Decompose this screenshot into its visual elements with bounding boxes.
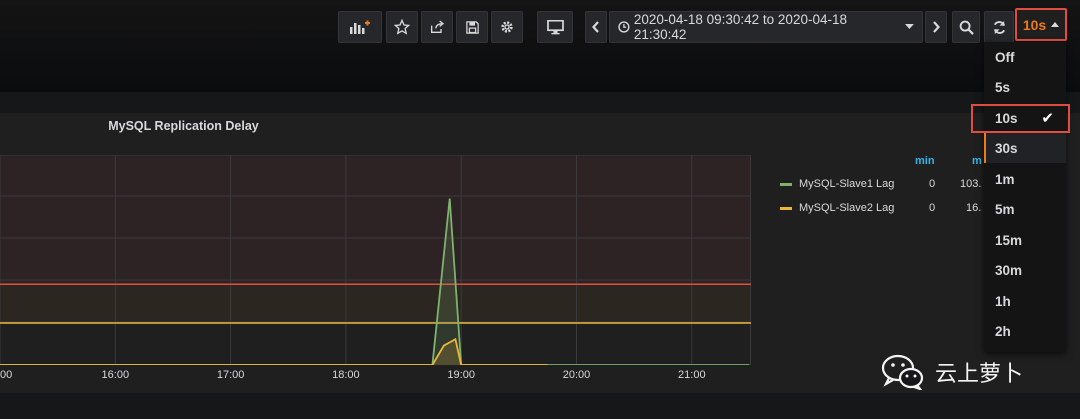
- add-panel-icon: [350, 20, 370, 34]
- add-panel-button[interactable]: [338, 11, 382, 43]
- gear-icon: [501, 21, 513, 33]
- x-tick-label: 18:00: [332, 369, 360, 381]
- critical-band: [0, 155, 751, 285]
- wechat-icon: [881, 354, 924, 390]
- legend-max-value: 103.: [960, 178, 982, 190]
- star-button[interactable]: [386, 11, 418, 43]
- x-tick-label: 21:00: [678, 369, 706, 381]
- refresh-interval-value: 10s: [1022, 16, 1047, 33]
- chevron-left-icon: [592, 21, 599, 33]
- tv-mode-button[interactable]: [537, 11, 573, 43]
- x-tick-label: 19:00: [447, 369, 475, 381]
- refresh-option-5s[interactable]: 5s: [984, 72, 1066, 102]
- x-tick-label: 00: [0, 369, 13, 381]
- legend-max-value: 16.: [966, 202, 982, 214]
- caret-up-icon: [1051, 22, 1060, 27]
- watermark: 云上萝卜: [881, 352, 1023, 392]
- refresh-icon: [993, 20, 1005, 34]
- legend-min-value: 0: [929, 202, 936, 214]
- check-icon: ✔: [1041, 110, 1054, 127]
- graph-area[interactable]: [0, 155, 751, 365]
- refresh-option-10s[interactable]: 10s ✔: [984, 103, 1066, 133]
- refresh-interval-dropdown: Off 5s 10s ✔ 30s 1m 5m 15m 30m 1h 2h: [984, 42, 1066, 352]
- zoom-out-icon: [959, 20, 974, 35]
- legend-item[interactable]: MySQL-Slave2 Lag: [780, 200, 894, 216]
- settings-button[interactable]: [491, 11, 523, 43]
- x-tick-label: 17:00: [216, 369, 245, 381]
- watermark-text: 云上萝卜: [935, 361, 1024, 386]
- bottom-strip: [0, 393, 1080, 419]
- refresh-option-15m[interactable]: 15m: [984, 225, 1066, 255]
- legend-header-max[interactable]: m: [972, 155, 982, 167]
- x-tick-label: 16:00: [101, 369, 130, 381]
- refresh-option-30m[interactable]: 30m: [984, 255, 1066, 285]
- time-shift-forward-button[interactable]: [925, 11, 947, 43]
- series-area: [0, 339, 548, 365]
- warning-band: [0, 284, 751, 323]
- refresh-option-off[interactable]: Off: [984, 42, 1066, 72]
- caret-down-icon: [905, 24, 914, 29]
- replication-delay-panel: MySQL Replication Delay min m MySQL-Slav…: [0, 113, 1080, 393]
- legend-series-name: MySQL-Slave1 Lag: [799, 178, 895, 190]
- legend-swatch: [780, 206, 792, 210]
- legend-min-value: 0: [929, 178, 936, 190]
- panel-title[interactable]: MySQL Replication Delay: [0, 119, 367, 133]
- share-icon: [431, 20, 445, 33]
- save-button[interactable]: [456, 11, 488, 43]
- dashboard-navbar: 2020-04-18 09:30:42 to 2020-04-18 21:30:…: [0, 0, 1080, 92]
- refresh-interval-picker[interactable]: 10s: [1015, 8, 1067, 41]
- legend-series-name: MySQL-Slave2 Lag: [799, 202, 895, 214]
- time-range-text: 2020-04-18 09:30:42 to 2020-04-18 21:30:…: [633, 12, 847, 42]
- share-button[interactable]: [421, 11, 453, 43]
- clock-icon: [618, 21, 630, 33]
- x-tick-label: 20:00: [562, 369, 591, 381]
- legend-swatch: [780, 182, 792, 186]
- time-range-picker[interactable]: 2020-04-18 09:30:42 to 2020-04-18 21:30:…: [609, 11, 923, 43]
- refresh-option-30s[interactable]: 30s: [984, 133, 1066, 163]
- legend-header-min[interactable]: min: [915, 155, 935, 167]
- refresh-option-1m[interactable]: 1m: [984, 164, 1066, 194]
- refresh-option-2h[interactable]: 2h: [984, 316, 1066, 346]
- series-line: [0, 337, 548, 365]
- star-icon: [394, 19, 410, 35]
- zoom-out-button[interactable]: [952, 11, 980, 43]
- refresh-option-1h[interactable]: 1h: [984, 286, 1066, 316]
- refresh-option-5m[interactable]: 5m: [984, 194, 1066, 224]
- chevron-right-icon: [933, 21, 940, 33]
- legend-item[interactable]: MySQL-Slave1 Lag: [780, 176, 894, 192]
- refresh-button[interactable]: [984, 11, 1014, 43]
- save-icon: [465, 20, 479, 34]
- monitor-icon: [546, 19, 564, 34]
- time-shift-back-button[interactable]: [585, 11, 607, 43]
